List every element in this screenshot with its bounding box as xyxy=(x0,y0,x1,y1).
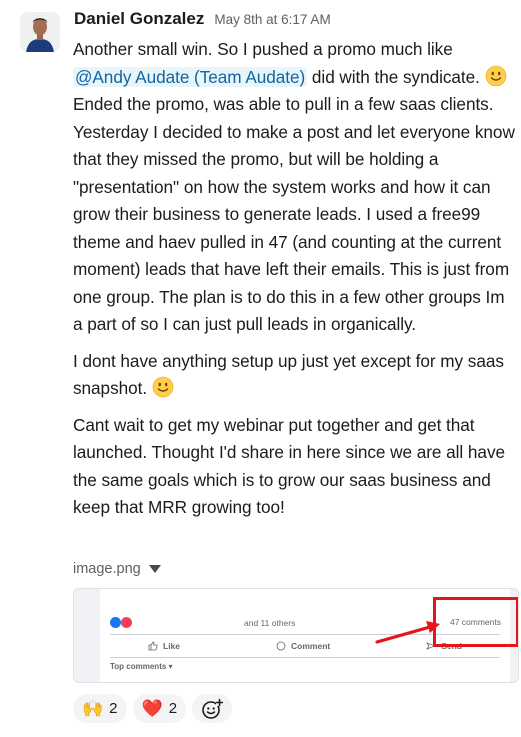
heart-icon: ❤️ xyxy=(141,699,163,718)
fb-comment-action: Comment xyxy=(276,641,330,651)
fb-love-icon xyxy=(121,617,132,628)
fb-reaction-line: and 11 others xyxy=(110,617,295,628)
comment-bubble-icon xyxy=(276,641,286,651)
message-text: I dont have anything setup up just yet e… xyxy=(73,350,504,399)
reaction-raised-hands[interactable]: 🙌 2 xyxy=(73,694,127,723)
fb-like-action: Like xyxy=(148,641,180,651)
slightly-smiling-face-icon xyxy=(152,376,174,398)
avatar-image xyxy=(20,12,60,52)
message-paragraph-1: Another small win. So I pushed a promo m… xyxy=(73,36,515,339)
red-arrow-icon xyxy=(375,621,440,644)
fb-top-comments-label: Top comments xyxy=(110,662,167,671)
avatar[interactable] xyxy=(20,12,60,52)
red-highlight-box xyxy=(433,597,518,647)
fb-reaction-text: and 11 others xyxy=(244,617,296,628)
message-body: Another small win. So I pushed a promo m… xyxy=(73,36,515,531)
reaction-bar: 🙌 2 ❤️ 2 xyxy=(73,694,233,723)
attachment-image[interactable]: and 11 others 47 comments Like Comment S… xyxy=(73,588,519,683)
reaction-count: 2 xyxy=(168,700,178,717)
fb-top-comments: Top comments ▾ xyxy=(110,662,173,671)
author-name[interactable]: Daniel Gonzalez xyxy=(74,9,204,29)
message-paragraph-3: Cant wait to get my webinar put together… xyxy=(73,414,505,518)
fb-divider xyxy=(110,657,500,658)
message-text: Ended the promo, was able to pull in a f… xyxy=(73,94,515,334)
attachment-label: image.png xyxy=(73,561,161,577)
fb-like-label: Like xyxy=(163,641,181,651)
reaction-count: 2 xyxy=(109,700,118,717)
raised-hands-icon: 🙌 xyxy=(82,699,104,718)
add-reaction-button[interactable] xyxy=(192,694,233,723)
attachment-filename[interactable]: image.png xyxy=(73,561,141,577)
fb-comment-label: Comment xyxy=(291,641,331,651)
thumbs-up-icon xyxy=(148,641,158,651)
user-mention[interactable]: @Andy Audate (Team Audate) xyxy=(73,66,308,87)
message-paragraph-2: I dont have anything setup up just yet e… xyxy=(73,348,515,403)
caret-down-icon[interactable] xyxy=(148,565,161,573)
fb-like-icon xyxy=(110,617,121,628)
slightly-smiling-face-icon xyxy=(485,65,506,86)
redacted-name xyxy=(135,622,235,623)
message-timestamp[interactable]: May 8th at 6:17 AM xyxy=(214,12,330,27)
reaction-heart[interactable]: ❤️ 2 xyxy=(132,694,187,723)
message-text: did with the syndicate. xyxy=(307,66,485,87)
add-emoji-icon xyxy=(202,698,224,719)
message-text: Another small win. So I pushed a promo m… xyxy=(73,39,453,59)
